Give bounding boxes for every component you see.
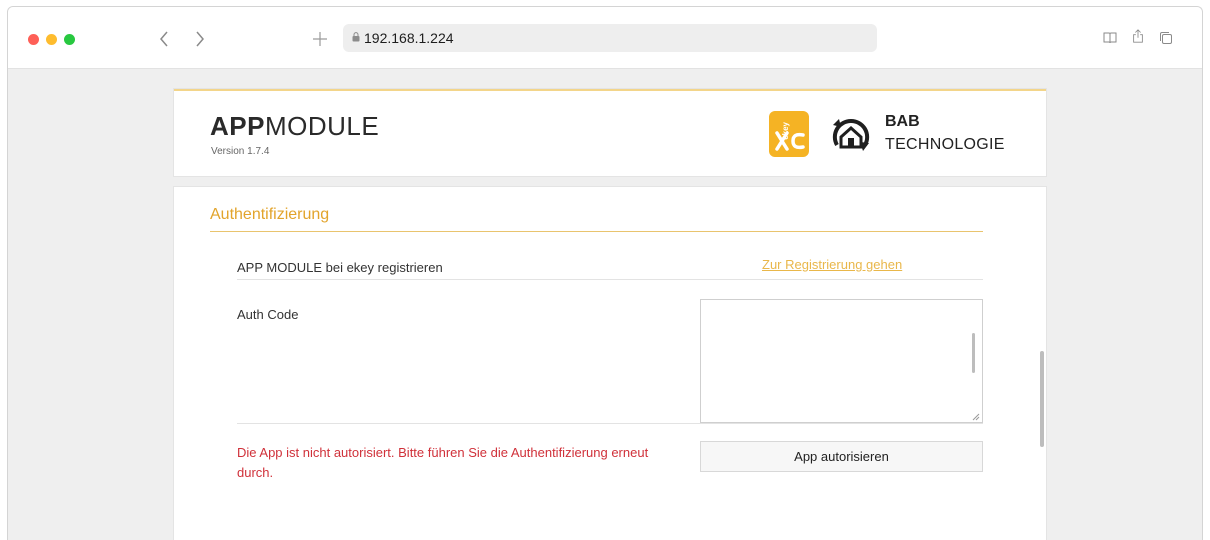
authentication-panel: Authentifizierung APP MODULE bei ekey re…	[174, 187, 1046, 540]
registration-link[interactable]: Zur Registrierung gehen	[762, 257, 902, 272]
row-divider	[237, 279, 983, 280]
plus-icon	[313, 32, 327, 46]
page-content: APPMODULE Version 1.7.4 ekey BAB TECHNOL…	[8, 69, 1202, 540]
reader-icon[interactable]	[1103, 31, 1117, 45]
app-header: APPMODULE Version 1.7.4 ekey BAB TECHNOL…	[174, 89, 1046, 176]
new-tab-button[interactable]	[312, 24, 328, 52]
bab-house-logo	[832, 118, 870, 151]
share-icon[interactable]	[1131, 29, 1145, 43]
ekey-logo: ekey	[769, 111, 809, 157]
resize-grip-icon[interactable]	[970, 411, 980, 421]
auth-code-input[interactable]	[700, 299, 983, 423]
address-bar[interactable]: 192.168.1.224	[343, 24, 877, 52]
lock-icon	[352, 32, 360, 42]
address-url: 192.168.1.224	[364, 30, 454, 46]
ekey-logo-graphic: ekey	[775, 121, 805, 151]
forward-button[interactable]	[190, 25, 210, 53]
bab-logo-line2: TECHNOLOGIE	[885, 136, 1005, 153]
register-label: APP MODULE bei ekey registrieren	[237, 260, 443, 275]
chevron-right-icon	[196, 31, 204, 47]
error-message: Die App ist nicht autorisiert. Bitte füh…	[237, 445, 649, 480]
browser-window: 192.168.1.224 APPMODULE Version 1.7.4 ek…	[7, 6, 1203, 540]
row-divider	[237, 423, 983, 424]
traffic-light-zoom[interactable]	[64, 34, 75, 45]
bab-logo-line1: BAB	[885, 113, 920, 130]
back-button[interactable]	[154, 25, 174, 53]
app-title: APPMODULE	[210, 111, 379, 142]
section-title: Authentifizierung	[210, 206, 330, 223]
chevron-left-icon	[160, 31, 168, 47]
page-scrollbar[interactable]	[1040, 351, 1044, 447]
section-divider	[210, 231, 983, 232]
traffic-light-close[interactable]	[28, 34, 39, 45]
app-title-bold: APP	[210, 111, 265, 141]
app-version: Version 1.7.4	[211, 146, 270, 157]
app-title-light: MODULE	[264, 111, 380, 141]
auth-code-label: Auth Code	[237, 307, 299, 322]
tabs-icon[interactable]	[1159, 31, 1173, 45]
authorize-app-button[interactable]: App autorisieren	[700, 441, 983, 472]
textarea-scrollbar[interactable]	[972, 333, 975, 373]
browser-toolbar: 192.168.1.224	[8, 7, 1202, 69]
traffic-light-minimize[interactable]	[46, 34, 57, 45]
